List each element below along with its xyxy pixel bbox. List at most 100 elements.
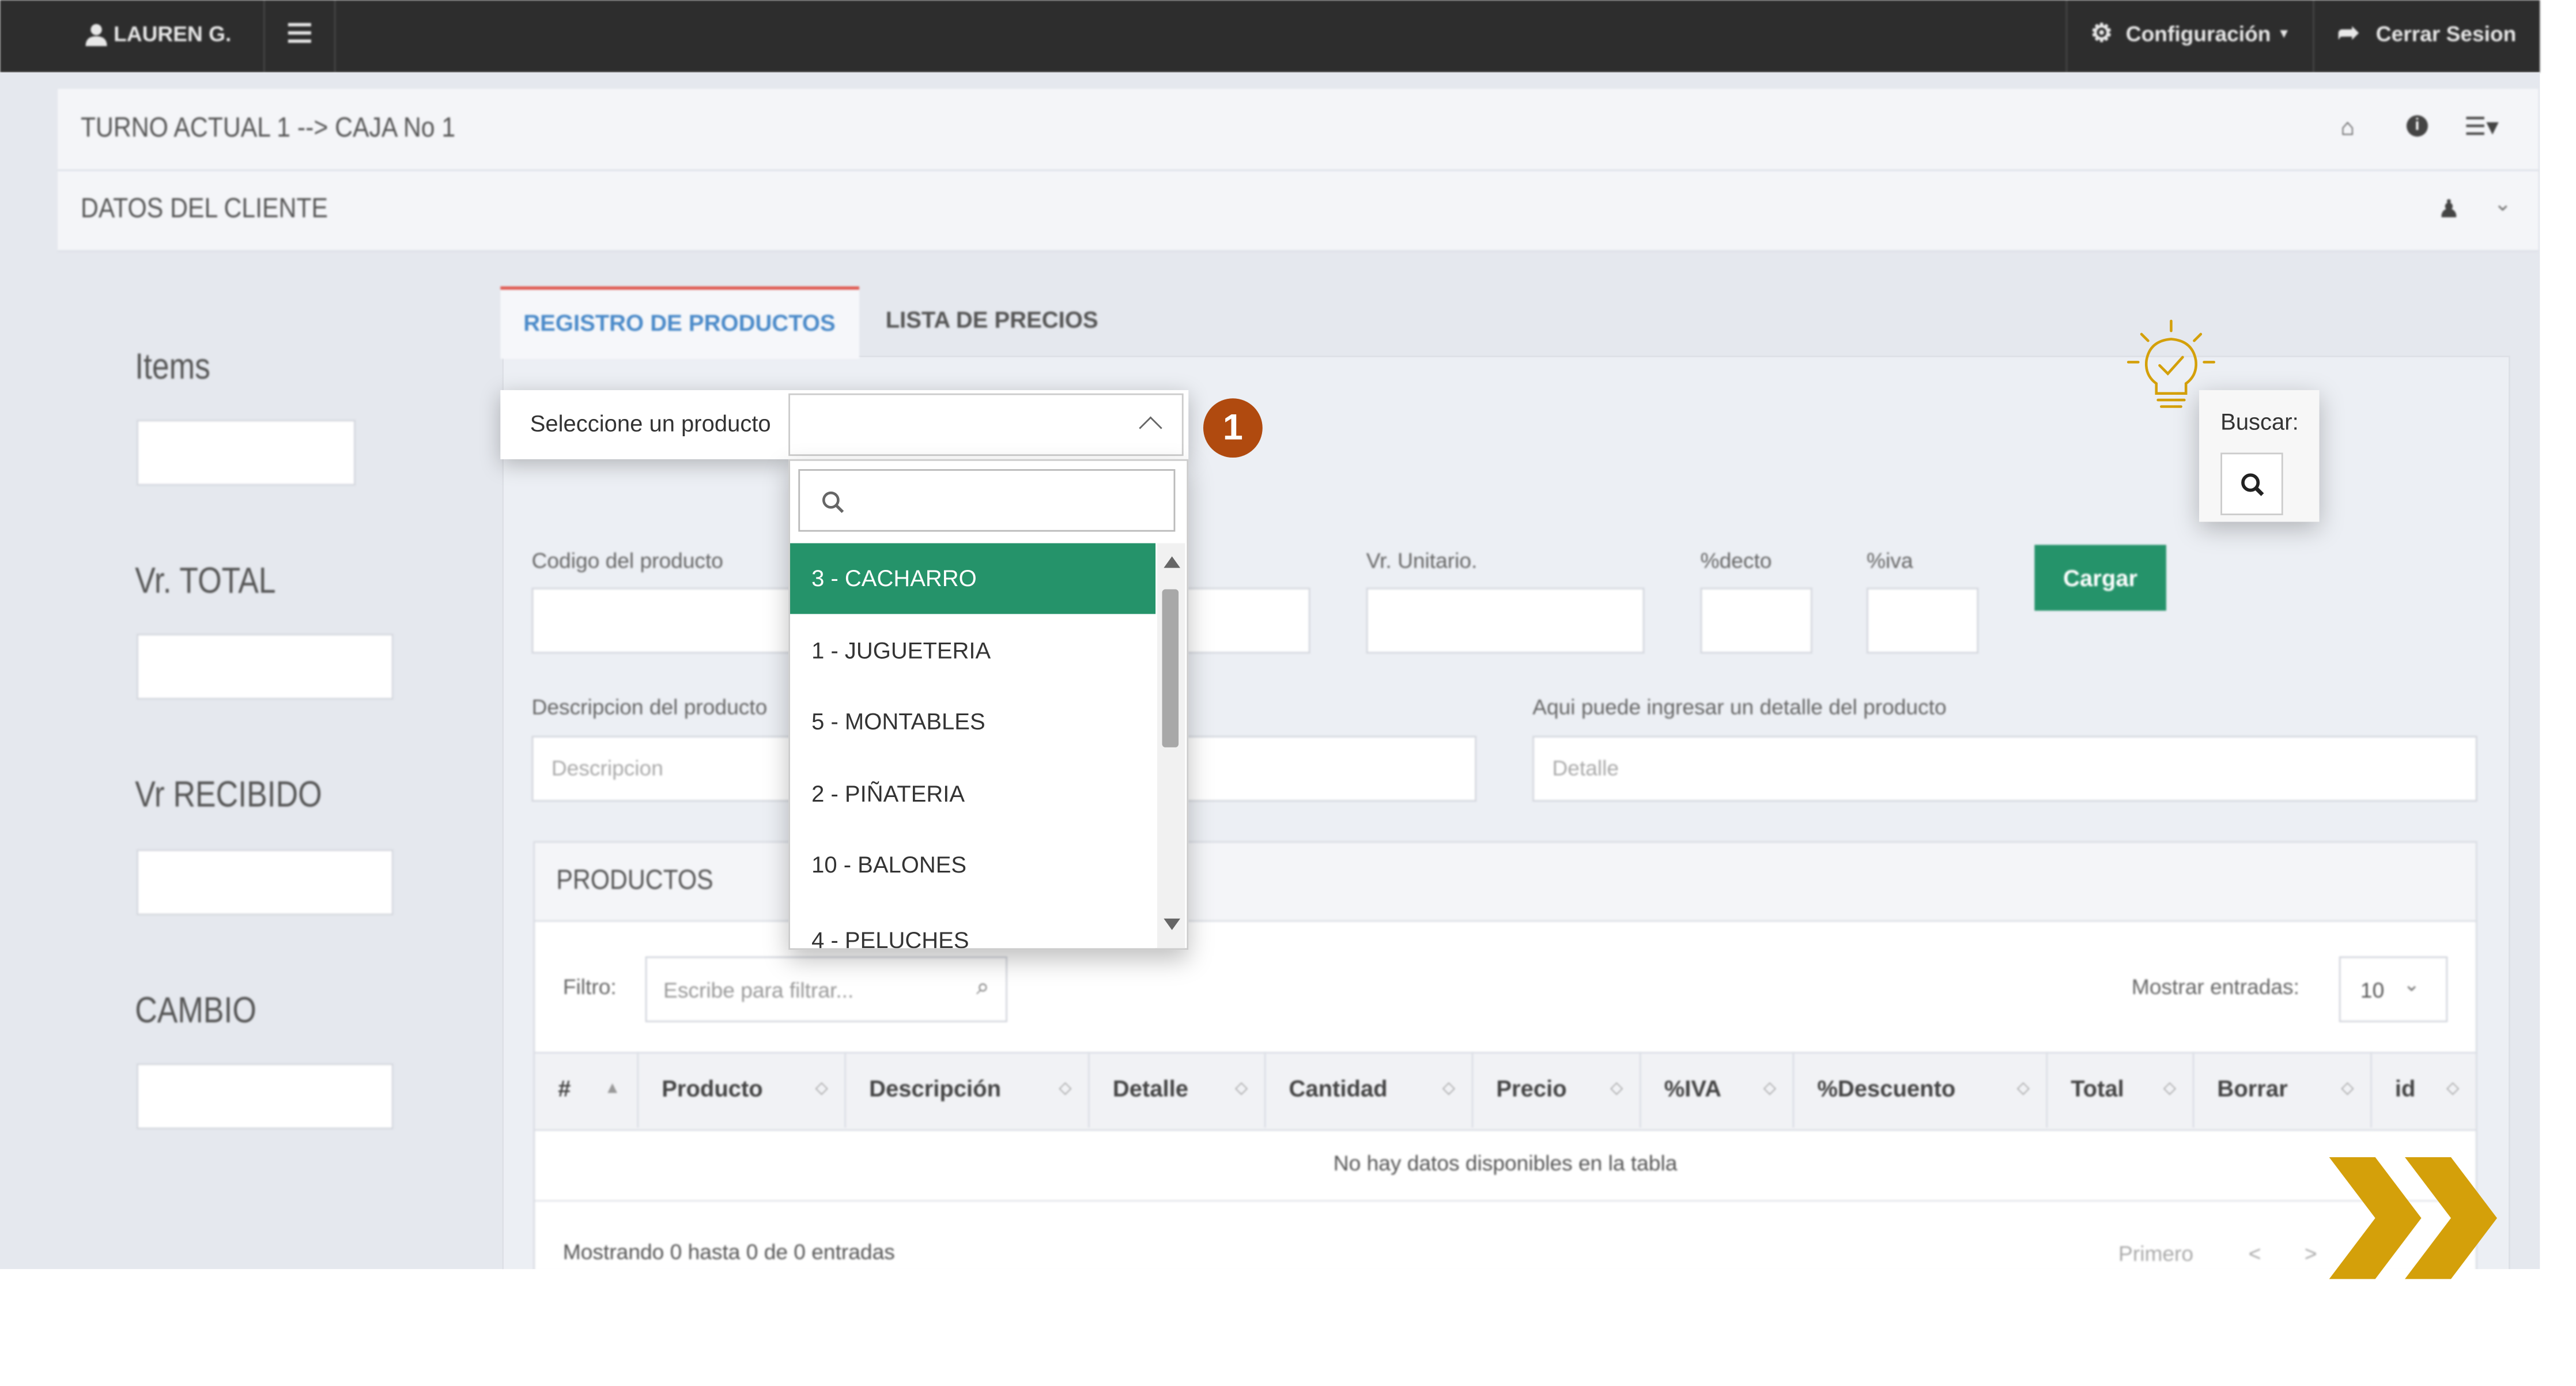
home-icon[interactable]: ⌂ bbox=[2341, 114, 2355, 140]
info-icon[interactable]: i bbox=[2406, 115, 2428, 137]
pagination-prev[interactable]: < bbox=[2249, 1241, 2261, 1266]
product-name-field[interactable] bbox=[1185, 587, 1310, 654]
sort-icon: ◇ bbox=[1059, 1079, 1072, 1098]
config-label: Configuración bbox=[2125, 21, 2271, 46]
dropdown-option[interactable]: 10 - BALONES bbox=[790, 829, 1156, 901]
dropdown-search-input[interactable] bbox=[798, 469, 1176, 532]
table-column-header[interactable]: Precio ◇ bbox=[1471, 1052, 1640, 1128]
dropdown-scrollbar[interactable] bbox=[1157, 543, 1185, 949]
tab-label: REGISTRO DE PRODUCTOS bbox=[523, 309, 836, 336]
table-column-header[interactable]: Detalle ◇ bbox=[1088, 1052, 1264, 1128]
product-select[interactable] bbox=[788, 393, 1184, 456]
sort-icon: ◇ bbox=[2016, 1079, 2030, 1098]
pagination-next[interactable]: > bbox=[2305, 1241, 2317, 1266]
client-header: DATOS DEL CLIENTE ♟ ⌄ bbox=[57, 171, 2539, 252]
description-label: Descripcion del producto bbox=[531, 694, 768, 720]
description-placeholder: Descripcion bbox=[551, 756, 663, 780]
user-icon bbox=[85, 23, 107, 46]
scroll-up-icon[interactable] bbox=[1164, 556, 1180, 568]
chevron-down-icon: ⌄ bbox=[2403, 973, 2420, 996]
product-select-label: Seleccione un producto bbox=[530, 410, 771, 436]
search-icon bbox=[822, 491, 844, 513]
column-label: Detalle bbox=[1112, 1075, 1189, 1101]
code-field[interactable] bbox=[531, 587, 795, 654]
search-popup: Buscar: bbox=[2199, 390, 2320, 522]
pagination-first[interactable]: Primero bbox=[2118, 1241, 2193, 1266]
sort-icon: ◇ bbox=[2341, 1079, 2354, 1098]
chevron-up-icon bbox=[1139, 416, 1162, 440]
column-label: Producto bbox=[662, 1075, 763, 1101]
sort-icon: ◇ bbox=[1235, 1079, 1248, 1098]
user-menu[interactable]: LAUREN G. bbox=[85, 21, 232, 46]
table-column-header[interactable]: %IVA ◇ bbox=[1639, 1052, 1793, 1128]
next-double-chevron-icon[interactable] bbox=[2326, 1152, 2503, 1284]
items-field[interactable] bbox=[137, 420, 356, 486]
search-icon: ⌕ bbox=[976, 973, 989, 999]
load-button[interactable]: Cargar bbox=[2034, 545, 2166, 611]
sort-icon: ◇ bbox=[815, 1079, 828, 1098]
search-icon bbox=[2241, 473, 2264, 496]
table-column-header[interactable]: Producto ◇ bbox=[637, 1052, 844, 1128]
shift-header: TURNO ACTUAL 1 --> CAJA No 1 ⌂ i ☰▾ bbox=[57, 89, 2539, 172]
scroll-thumb[interactable] bbox=[1162, 589, 1179, 747]
unit-price-label: Vr. Unitario. bbox=[1366, 548, 1478, 573]
filter-label: Filtro: bbox=[562, 974, 617, 999]
sort-icon: ◇ bbox=[2163, 1079, 2177, 1098]
scroll-down-icon[interactable] bbox=[1164, 918, 1180, 930]
column-label: Total bbox=[2071, 1075, 2124, 1101]
dropdown-option[interactable]: 2 - PIÑATERIA bbox=[790, 758, 1156, 829]
table-column-header[interactable]: %Descuento ◇ bbox=[1792, 1052, 2046, 1128]
user-name: LAUREN G. bbox=[114, 21, 232, 46]
table-column-header[interactable]: id ◇ bbox=[2370, 1052, 2476, 1128]
dropdown-option[interactable]: 1 - JUGUETERIA bbox=[790, 614, 1156, 686]
table-column-header[interactable]: Descripción ◇ bbox=[844, 1052, 1088, 1128]
unit-price-field[interactable] bbox=[1366, 587, 1645, 654]
gears-icon: ⚙ bbox=[2090, 20, 2113, 48]
sort-icon: ◇ bbox=[1763, 1079, 1776, 1098]
column-label: %Descuento bbox=[1817, 1075, 1956, 1101]
detail-placeholder: Detalle bbox=[1552, 756, 1619, 780]
total-label: Vr. TOTAL bbox=[135, 560, 276, 601]
chevron-double-down-icon[interactable]: ⌄ bbox=[2494, 191, 2511, 217]
dropdown-option[interactable]: 3 - CACHARRO bbox=[790, 543, 1156, 614]
tab-registro-productos[interactable]: REGISTRO DE PRODUCTOS bbox=[500, 286, 859, 359]
products-title: PRODUCTOS bbox=[556, 864, 713, 896]
logout-button[interactable]: ➦ Cerrar Sesion bbox=[2337, 20, 2517, 48]
table-column-header[interactable]: Total ◇ bbox=[2046, 1052, 2192, 1128]
total-field[interactable] bbox=[137, 633, 394, 700]
discount-field[interactable] bbox=[1700, 587, 1812, 654]
column-label: id bbox=[2394, 1075, 2416, 1101]
dropdown-option[interactable]: 4 - PELUCHES bbox=[790, 901, 1156, 947]
tab-lista-precios[interactable]: LISTA DE PRECIOS bbox=[886, 306, 1098, 335]
top-navbar: LAUREN G. ⚙ Configuración ▼ ➦ Cerrar Ses… bbox=[0, 0, 2540, 73]
iva-field[interactable] bbox=[1867, 587, 1979, 654]
share-arrow-icon: ➦ bbox=[2337, 20, 2360, 48]
step-badge: 1 bbox=[1203, 398, 1263, 458]
menu-toggle-icon[interactable] bbox=[288, 22, 311, 43]
search-button[interactable] bbox=[2220, 452, 2283, 516]
discount-label: %decto bbox=[1700, 548, 1772, 573]
entries-value: 10 bbox=[2360, 977, 2385, 1003]
person-icon[interactable]: ♟ bbox=[2438, 194, 2460, 224]
sort-icon: ◇ bbox=[1442, 1079, 1455, 1098]
column-label: # bbox=[558, 1075, 571, 1101]
table-column-header[interactable]: Cantidad ◇ bbox=[1264, 1052, 1472, 1128]
list-menu-icon[interactable]: ☰▾ bbox=[2464, 112, 2499, 142]
search-popup-label: Buscar: bbox=[2220, 408, 2299, 435]
filter-placeholder: Escribe para filtrar... bbox=[663, 977, 854, 1003]
sort-icon: ◇ bbox=[2446, 1079, 2460, 1098]
config-menu[interactable]: ⚙ Configuración ▼ bbox=[2091, 21, 2291, 46]
detail-field[interactable]: Detalle bbox=[1532, 735, 2477, 802]
empty-message: No hay datos disponibles en la tabla bbox=[1333, 1150, 1678, 1176]
table-column-header[interactable]: # ▲ bbox=[535, 1052, 637, 1127]
entries-select[interactable]: 10 ⌄ bbox=[2339, 956, 2448, 1022]
logout-label: Cerrar Sesion bbox=[2375, 21, 2517, 46]
table-column-header[interactable]: Borrar ◇ bbox=[2192, 1052, 2370, 1128]
screenshot-bottom-mask bbox=[0, 1269, 2576, 1386]
caret-down-icon: ▼ bbox=[2277, 26, 2291, 41]
filter-input[interactable]: Escribe para filtrar... ⌕ bbox=[645, 956, 1008, 1022]
detail-label: Aqui puede ingresar un detalle del produ… bbox=[1532, 694, 1947, 720]
change-field[interactable] bbox=[137, 1063, 394, 1130]
received-field[interactable] bbox=[137, 849, 394, 916]
dropdown-option[interactable]: 5 - MONTABLES bbox=[790, 686, 1156, 757]
